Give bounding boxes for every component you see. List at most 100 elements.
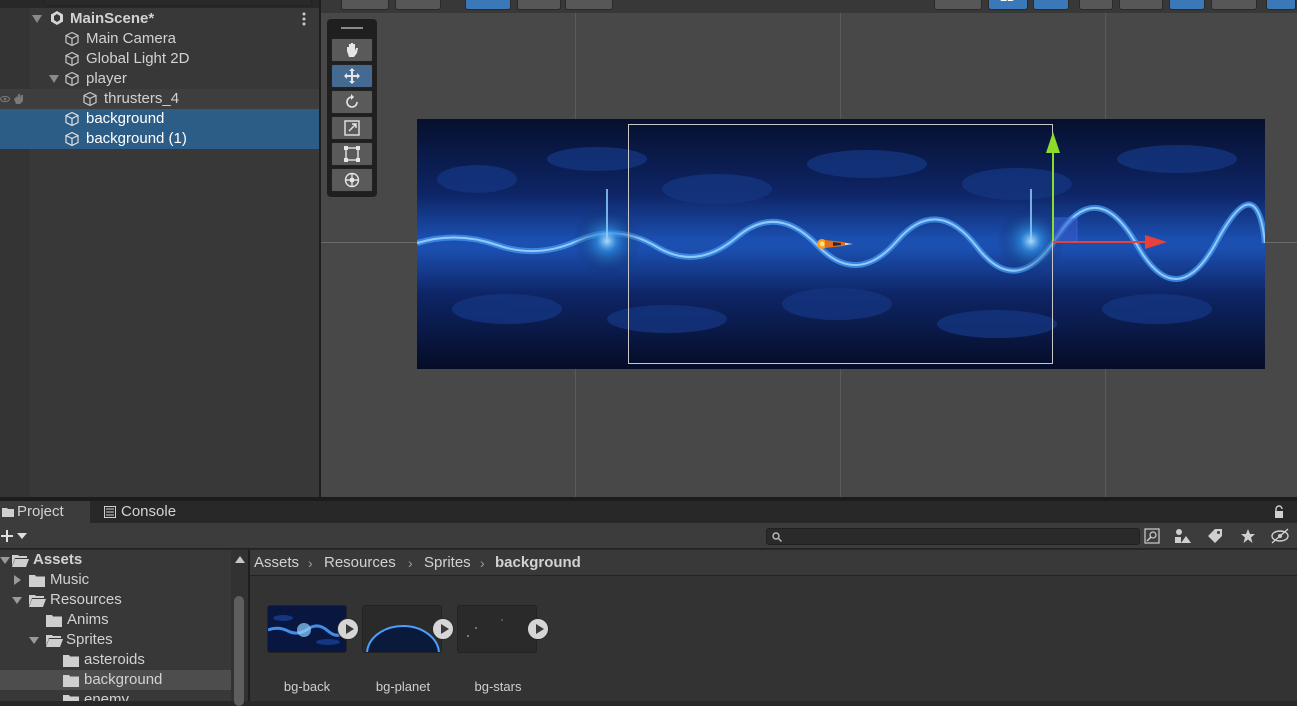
breadcrumb-current[interactable]: background <box>495 554 581 571</box>
hierarchy-item-background-1[interactable]: background (1) <box>0 129 319 149</box>
project-tab-bar: Project Console <box>0 501 1297 523</box>
hierarchy-item-label: player <box>86 70 127 87</box>
hierarchy-item-player[interactable]: player <box>0 69 319 89</box>
tree-item-sprites[interactable]: Sprites <box>0 630 231 650</box>
folder-open-icon <box>46 634 63 647</box>
gameobject-cube-icon <box>64 131 80 147</box>
play-preview-icon[interactable] <box>337 618 359 640</box>
2d-mode-button[interactable]: 2D <box>988 0 1028 10</box>
breadcrumb-item[interactable]: Resources <box>324 554 396 571</box>
gameobject-cube-icon <box>64 51 80 67</box>
hierarchy-item-label: thrusters_4 <box>104 90 180 107</box>
asset-bg-planet[interactable]: bg-planet <box>362 605 454 694</box>
project-search-input[interactable] <box>766 528 1140 545</box>
expand-arrow-icon[interactable] <box>0 555 10 565</box>
expand-arrow-icon[interactable] <box>12 595 22 605</box>
tree-item-label: Resources <box>50 591 122 608</box>
tree-item-label: Sprites <box>66 631 113 648</box>
favorite-star-icon[interactable] <box>1240 528 1256 544</box>
create-asset-button[interactable] <box>0 527 30 545</box>
pivot-mode-button[interactable] <box>395 0 441 10</box>
move-gizmo[interactable] <box>1041 128 1171 252</box>
breadcrumb-separator-icon: › <box>308 555 313 571</box>
scene-row[interactable]: MainScene* <box>0 9 319 29</box>
lighting-toggle-button[interactable] <box>1033 0 1069 10</box>
tree-item-music[interactable]: Music <box>0 570 231 590</box>
tree-scrollbar[interactable] <box>231 550 248 706</box>
search-by-type-icon[interactable] <box>1174 528 1192 544</box>
hierarchy-item-global-light[interactable]: Global Light 2D <box>0 49 319 69</box>
tree-item-anims[interactable]: Anims <box>0 610 231 630</box>
gameobject-cube-icon <box>64 71 80 87</box>
camera-settings-button[interactable] <box>1211 0 1257 10</box>
visibility-eye-icon[interactable] <box>0 94 10 104</box>
drag-handle[interactable] <box>341 27 363 29</box>
more-options-icon[interactable] <box>298 9 310 29</box>
gameobject-cube-icon <box>64 111 80 127</box>
pickable-hand-icon[interactable] <box>12 93 26 105</box>
hierarchy-item-background[interactable]: background <box>0 109 319 129</box>
folder-icon <box>2 506 14 518</box>
tree-item-label: Anims <box>67 611 109 628</box>
asset-bg-back[interactable]: bg-back <box>267 605 359 694</box>
hierarchy-item-main-camera[interactable]: Main Camera <box>0 29 319 49</box>
rotate-tool-button[interactable] <box>331 90 373 114</box>
grid-settings-button[interactable] <box>565 0 613 10</box>
scene-visibility-button[interactable] <box>1169 0 1205 10</box>
hierarchy-item-thrusters[interactable]: thrusters_4 <box>0 89 319 109</box>
asset-name: bg-back <box>283 679 331 694</box>
play-preview-icon[interactable] <box>432 618 454 640</box>
asset-thumbnail <box>457 605 537 653</box>
collapsed-arrow-icon[interactable] <box>12 575 22 585</box>
scrollbar-thumb[interactable] <box>234 596 244 706</box>
transform-tool-button[interactable] <box>331 168 373 192</box>
rect-tool-button[interactable] <box>331 142 373 166</box>
hand-tool-button[interactable] <box>331 38 373 62</box>
scene-view[interactable]: 2D <box>321 0 1297 497</box>
console-icon <box>104 506 116 518</box>
tree-item-enemy[interactable]: enemy <box>0 690 231 701</box>
tree-item-assets[interactable]: Assets <box>0 550 231 570</box>
tab-project[interactable]: Project <box>0 501 90 523</box>
hidden-packages-icon[interactable] <box>1270 528 1297 544</box>
lock-icon[interactable] <box>1273 505 1285 519</box>
tab-console[interactable]: Console <box>100 501 190 523</box>
unity-scene-icon <box>49 10 65 26</box>
scroll-up-arrow-icon[interactable] <box>235 556 245 563</box>
project-toolbar <box>0 523 1297 549</box>
chevron-down-icon <box>17 533 27 539</box>
tree-item-label: enemy <box>84 691 130 701</box>
plus-icon <box>0 529 14 543</box>
tree-item-background[interactable]: background <box>0 670 231 690</box>
hierarchy-panel: MainScene* Main Camera Global Light 2D p… <box>0 0 319 497</box>
grid-snap-button[interactable] <box>465 0 511 10</box>
hierarchy-item-label: Main Camera <box>86 30 177 47</box>
search-by-label-icon[interactable] <box>1207 528 1223 544</box>
tree-item-resources[interactable]: Resources <box>0 590 231 610</box>
move-tool-button[interactable] <box>331 64 373 88</box>
draw-mode-button[interactable] <box>934 0 982 10</box>
expand-arrow-icon[interactable] <box>32 15 42 23</box>
player-ship-sprite[interactable] <box>815 234 855 252</box>
breadcrumb-item[interactable]: Assets <box>254 554 299 571</box>
gizmo-draw-mode-button[interactable] <box>341 0 389 10</box>
asset-bg-stars[interactable]: bg-stars <box>457 605 549 694</box>
breadcrumb-separator-icon: › <box>480 555 485 571</box>
play-preview-icon[interactable] <box>527 618 549 640</box>
gizmos-button[interactable] <box>1266 0 1296 10</box>
search-mode-icon[interactable] <box>1144 528 1160 544</box>
scale-tool-button[interactable] <box>331 116 373 140</box>
expand-arrow-icon[interactable] <box>49 75 59 83</box>
move-icon <box>343 67 361 85</box>
hierarchy-item-label: background <box>86 110 165 127</box>
folder-icon <box>46 614 62 627</box>
tree-item-asteroids[interactable]: asteroids <box>0 650 231 670</box>
hierarchy-search-input[interactable] <box>44 0 312 6</box>
breadcrumb-item[interactable]: Sprites <box>424 554 471 571</box>
expand-arrow-icon[interactable] <box>29 635 39 645</box>
effects-toggle-button[interactable] <box>1119 0 1163 10</box>
audio-toggle-button[interactable] <box>1079 0 1113 10</box>
hierarchy-item-label: Global Light 2D <box>86 50 190 67</box>
snap-increment-button[interactable] <box>517 0 561 10</box>
folder-icon <box>29 574 45 587</box>
